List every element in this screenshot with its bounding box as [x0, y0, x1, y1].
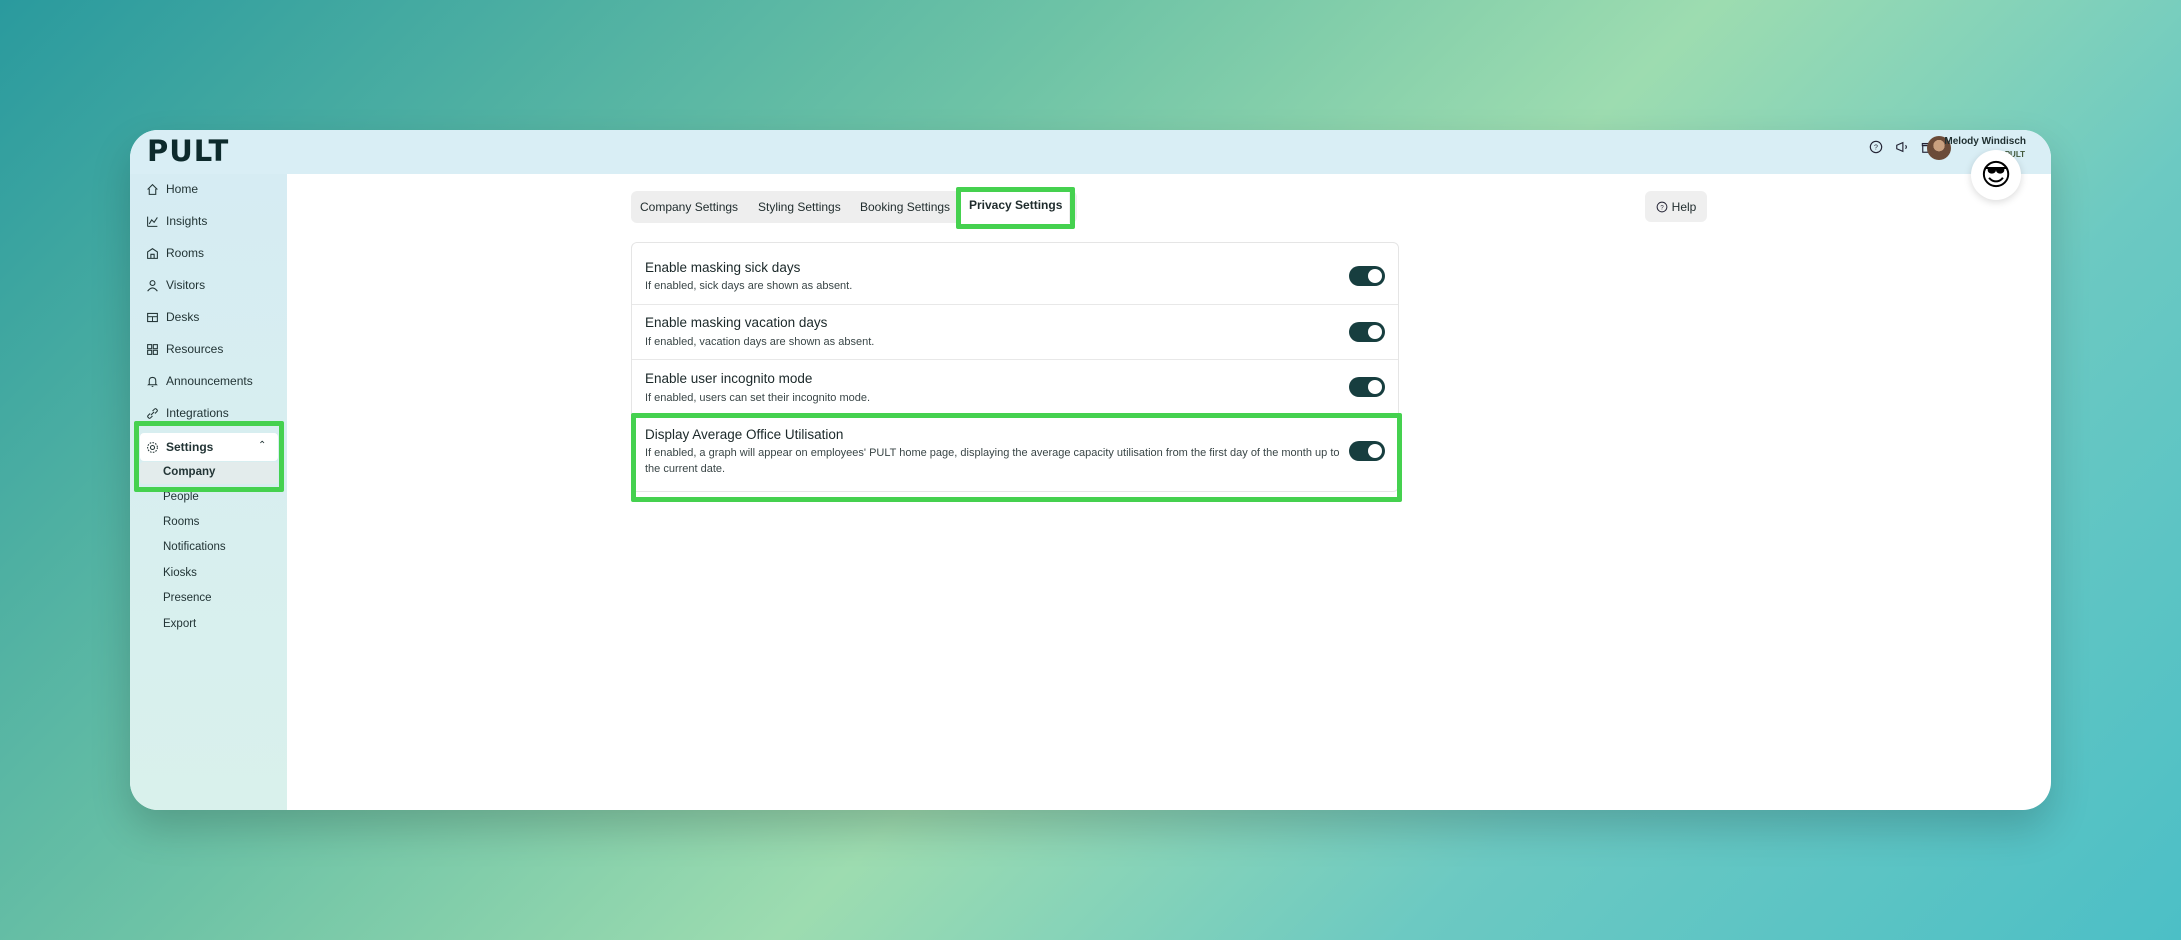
setting-title: Enable masking vacation days	[645, 315, 828, 330]
sidebar-item-desks[interactable]: Desks	[146, 306, 199, 328]
setting-description: If enabled, vacation days are shown as a…	[645, 336, 875, 348]
toggle-switch[interactable]	[1349, 377, 1385, 397]
rooms-icon	[147, 247, 158, 259]
svg-text:?: ?	[1660, 205, 1664, 211]
settings-sub-notifications[interactable]: Notifications	[163, 541, 226, 553]
setting-row-incognito: Enable user incognito mode If enabled, u…	[632, 359, 1398, 415]
help-circle-icon[interactable]: ?	[1867, 138, 1885, 156]
gear-icon	[147, 441, 158, 453]
help-label: Help	[1671, 199, 1697, 214]
settings-sub-kiosks[interactable]: Kiosks	[163, 567, 197, 579]
setting-row-sick-days: Enable masking sick days If enabled, sic…	[632, 243, 1398, 299]
setting-description: If enabled, users can set their incognit…	[645, 392, 871, 404]
settings-sub-company[interactable]: Company	[163, 466, 215, 478]
toggle-switch[interactable]	[1349, 441, 1385, 461]
bell-icon	[147, 376, 158, 387]
tab-company-settings[interactable]: Company Settings	[640, 200, 738, 214]
resources-icon	[147, 343, 158, 355]
setting-title: Enable user incognito mode	[645, 371, 813, 386]
settings-sub-presence[interactable]: Presence	[163, 592, 212, 604]
link-icon	[147, 407, 158, 419]
setting-row-vacation-days: Enable masking vacation days If enabled,…	[632, 304, 1398, 360]
toggle-switch[interactable]	[1349, 322, 1385, 342]
privacy-settings-card: Enable masking sick days If enabled, sic…	[631, 242, 1399, 492]
toggle-switch[interactable]	[1349, 266, 1385, 286]
setting-title: Display Average Office Utilisation	[645, 427, 844, 442]
svg-text:?: ?	[1874, 145, 1878, 152]
sidebar-item-resources[interactable]: Resources	[146, 338, 223, 360]
megaphone-icon[interactable]	[1893, 138, 1911, 156]
help-button[interactable]: ? Help	[1645, 191, 1707, 222]
sidebar-item-integrations[interactable]: Integrations	[146, 402, 229, 424]
sidebar-item-home[interactable]: Home	[146, 178, 198, 200]
sidebar-item-insights[interactable]: Insights	[146, 210, 207, 232]
sidebar: Home Insights Rooms Visitors Desks Resou…	[130, 174, 287, 810]
sidebar-item-label: Insights	[166, 214, 208, 228]
sidebar-item-label: Home	[166, 182, 199, 196]
sidebar-item-settings[interactable]: Settings	[146, 436, 213, 458]
sidebar-item-visitors[interactable]: Visitors	[146, 274, 205, 296]
sidebar-item-label: Desks	[166, 310, 200, 324]
top-bar: PULT ?	[130, 130, 2051, 174]
sidebar-item-label: Settings	[166, 440, 214, 454]
settings-sub-rooms[interactable]: Rooms	[163, 516, 199, 528]
user-name[interactable]: Melody Windisch	[1944, 136, 2026, 147]
emoji-bubble[interactable]: 😎	[1971, 150, 2021, 200]
tab-privacy-settings[interactable]: Privacy Settings	[969, 198, 1062, 212]
desk-icon	[147, 312, 158, 322]
setting-description: If enabled, a graph will appear on emplo…	[645, 447, 1340, 475]
setting-description: If enabled, sick days are shown as absen…	[645, 280, 853, 292]
sidebar-item-announcements[interactable]: Announcements	[146, 370, 253, 392]
chevron-up-icon[interactable]: ⌃	[258, 440, 266, 451]
help-circle-icon: ?	[1656, 201, 1668, 212]
sidebar-item-label: Announcements	[166, 374, 253, 388]
tab-booking-settings[interactable]: Booking Settings	[860, 200, 950, 214]
sidebar-item-label: Resources	[166, 342, 224, 356]
tab-styling-settings[interactable]: Styling Settings	[758, 200, 841, 214]
settings-sub-export[interactable]: Export	[163, 618, 196, 630]
sidebar-item-rooms[interactable]: Rooms	[146, 242, 204, 264]
user-icon	[147, 279, 158, 292]
sidebar-item-label: Visitors	[166, 278, 206, 292]
setting-row-office-utilisation: Display Average Office Utilisation If en…	[632, 415, 1398, 492]
pult-logo[interactable]: PULT	[147, 134, 229, 168]
home-icon	[147, 183, 158, 195]
sidebar-item-label: Integrations	[166, 406, 229, 420]
sidebar-item-label: Rooms	[166, 246, 205, 260]
settings-sub-people[interactable]: People	[163, 491, 199, 503]
chart-icon	[147, 216, 158, 227]
setting-title: Enable masking sick days	[645, 260, 801, 275]
